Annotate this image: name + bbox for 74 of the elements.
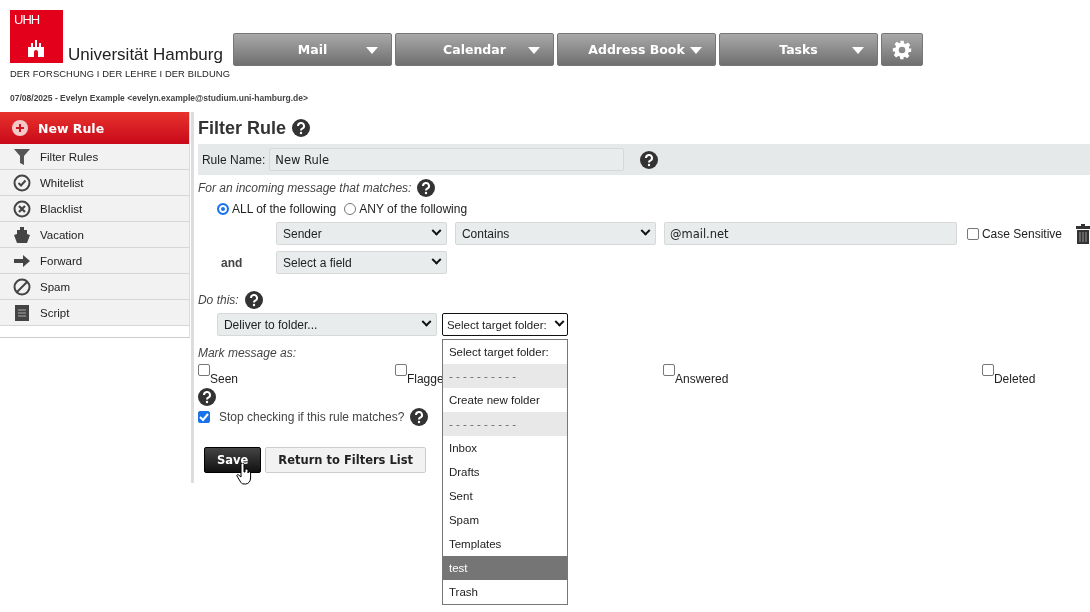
sidebar-item[interactable]: Forward bbox=[0, 248, 189, 274]
field-label: Rule Name: bbox=[201, 152, 266, 167]
check-icon bbox=[13, 173, 31, 192]
radio-label: ANY of the following bbox=[359, 202, 468, 216]
folder-select[interactable]: Select target folder: bbox=[441, 313, 568, 336]
sidebar-item[interactable]: Script bbox=[0, 300, 189, 326]
user-info: 07/08/2025 - Evelyn Example <evelyn.example@studium.uni-hamburg.de> bbox=[9, 92, 309, 102]
form-button[interactable]: Return to Filters List bbox=[265, 447, 427, 473]
checkbox[interactable] bbox=[197, 364, 210, 376]
folder-option[interactable]: test bbox=[442, 556, 567, 580]
rule-name-field[interactable]: New Rule bbox=[269, 148, 625, 171]
radio-button[interactable] bbox=[216, 203, 229, 215]
caret-icon bbox=[528, 47, 540, 54]
logo-mark: UHH bbox=[10, 10, 63, 63]
sidebar-item[interactable]: Blacklist bbox=[0, 196, 189, 222]
folder-option[interactable]: Drafts bbox=[442, 460, 567, 484]
checkbox-label: Answered bbox=[674, 372, 729, 386]
trash-icon[interactable] bbox=[1076, 223, 1090, 244]
checkbox-label: Case Sensitive bbox=[981, 226, 1062, 241]
ship-icon bbox=[13, 225, 31, 244]
plus-icon bbox=[12, 120, 28, 136]
checkbox[interactable] bbox=[394, 364, 407, 376]
help-icon[interactable] bbox=[640, 150, 659, 169]
action-select[interactable]: Deliver to folder... bbox=[216, 313, 437, 336]
ban-icon bbox=[13, 277, 31, 296]
help-icon[interactable] bbox=[197, 388, 216, 406]
caret-icon bbox=[366, 47, 378, 54]
checkbox-label: Seen bbox=[209, 372, 238, 386]
section-label: Do this: bbox=[197, 293, 239, 307]
section-label: For an incoming message that matches: bbox=[197, 181, 412, 195]
checkbox-label: Deleted bbox=[993, 372, 1036, 386]
folder-option[interactable]: Inbox bbox=[442, 436, 567, 460]
folder-option[interactable]: Trash bbox=[442, 580, 567, 604]
radio-label: ALL of the following bbox=[231, 202, 337, 216]
help-icon[interactable] bbox=[417, 179, 436, 197]
checkbox-label: Flagge bbox=[406, 372, 444, 386]
script-icon bbox=[13, 303, 31, 322]
folder-option[interactable]: Templates bbox=[442, 532, 567, 556]
operator-select[interactable]: Contains bbox=[454, 222, 656, 245]
checkbox[interactable] bbox=[981, 364, 994, 376]
cross-icon bbox=[13, 199, 31, 218]
sidebar-item[interactable]: Whitelist bbox=[0, 170, 189, 196]
help-icon[interactable] bbox=[410, 408, 429, 426]
checkbox[interactable] bbox=[662, 364, 675, 376]
checkbox-label: Stop checking if this rule matches? bbox=[218, 410, 405, 424]
value-field[interactable]: @mail.net bbox=[663, 222, 957, 245]
field-select[interactable]: Select a field bbox=[275, 251, 447, 274]
filter-icon bbox=[13, 147, 31, 166]
field-select[interactable]: Sender bbox=[275, 222, 447, 245]
hand-cursor-icon bbox=[235, 463, 252, 485]
section-label: Mark message as: bbox=[197, 346, 296, 360]
separator-option[interactable]: - - - - - - - - - - bbox=[442, 412, 567, 436]
sidebar-item[interactable]: Spam bbox=[0, 274, 189, 300]
folder-option[interactable]: Spam bbox=[442, 508, 567, 532]
folder-option[interactable]: Create new folder bbox=[442, 388, 567, 412]
folder-option[interactable]: Sent bbox=[442, 484, 567, 508]
radio-button[interactable] bbox=[344, 203, 357, 215]
university-name: Universität Hamburg bbox=[68, 46, 223, 63]
help-icon[interactable] bbox=[244, 291, 263, 309]
condition-joiner: and bbox=[220, 255, 243, 270]
new-rule-button[interactable]: New Rule bbox=[0, 112, 189, 144]
page-title: Filter Rule bbox=[197, 117, 286, 139]
sidebar-item[interactable]: Vacation bbox=[0, 222, 189, 248]
caret-icon bbox=[690, 47, 702, 54]
sidebar-item[interactable]: Filter Rules bbox=[0, 144, 189, 170]
caret-icon bbox=[852, 47, 864, 54]
separator-option[interactable]: - - - - - - - - - - bbox=[442, 364, 567, 388]
settings-button[interactable] bbox=[881, 33, 923, 66]
help-icon[interactable] bbox=[291, 119, 310, 137]
tagline: DER FORSCHUNG I DER LEHRE I DER BILDUNG bbox=[10, 68, 232, 79]
folder-option[interactable]: Select target folder: bbox=[442, 340, 567, 364]
checkbox[interactable] bbox=[197, 411, 210, 423]
checkbox[interactable] bbox=[966, 227, 979, 240]
settings-icon bbox=[892, 39, 912, 60]
